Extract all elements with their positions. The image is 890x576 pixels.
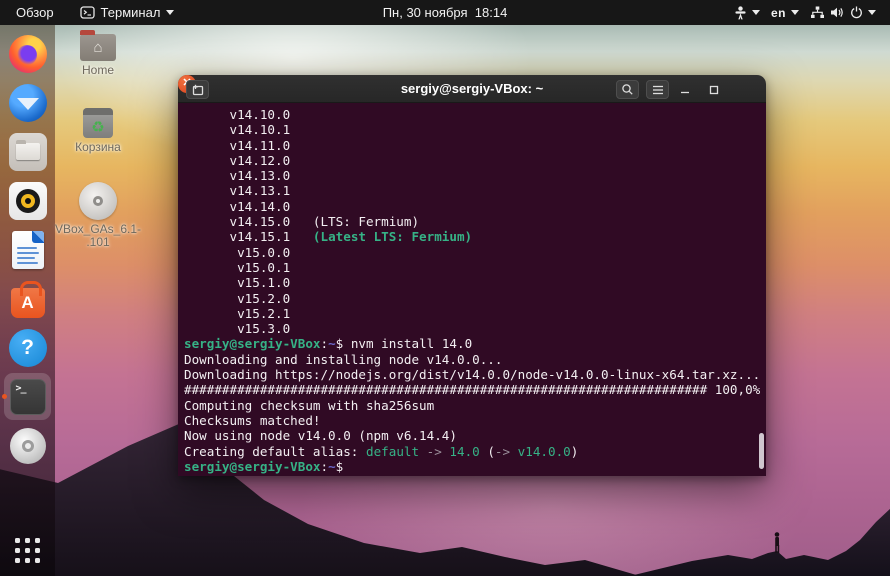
hamburger-icon bbox=[652, 85, 663, 94]
desktop-icon-label: Корзина bbox=[75, 140, 121, 154]
desktop-icon-home[interactable]: ⌂ Home bbox=[43, 28, 153, 77]
maximize-button[interactable] bbox=[702, 80, 725, 99]
trash-icon: ♻ bbox=[83, 108, 113, 138]
desktop-icon-trash[interactable]: ♻ Корзина bbox=[43, 108, 153, 154]
top-bar: Обзор Терминал Пн, 30 ноября 18:14 en bbox=[0, 0, 890, 25]
dock-item-disc[interactable] bbox=[0, 421, 55, 470]
chevron-down-icon bbox=[166, 10, 175, 15]
dock: A ? >_ bbox=[0, 25, 55, 576]
desktop-icon-label: Home bbox=[81, 63, 114, 77]
keyboard-layout-label: en bbox=[770, 5, 786, 20]
terminal-app-icon bbox=[79, 6, 95, 19]
chevron-down-icon bbox=[751, 10, 760, 15]
dock-item-firefox[interactable] bbox=[0, 29, 55, 78]
running-indicator-dot bbox=[2, 394, 7, 399]
dock-item-ubuntu-software[interactable]: A bbox=[0, 274, 55, 323]
keyboard-layout-menu[interactable]: en bbox=[771, 6, 799, 20]
network-icon bbox=[811, 6, 824, 18]
accessibility-menu[interactable] bbox=[734, 5, 760, 20]
terminal-window: sergiy@sergiy-VBox: ~ ✕ bbox=[178, 75, 766, 476]
rhythmbox-icon bbox=[8, 181, 47, 220]
app-menu-terminal[interactable]: Терминал bbox=[70, 0, 185, 25]
firefox-icon bbox=[8, 34, 47, 73]
app-menu-label: Терминал bbox=[100, 5, 161, 20]
dock-item-files[interactable] bbox=[0, 127, 55, 176]
dock-item-terminal[interactable]: >_ bbox=[0, 372, 55, 421]
power-icon bbox=[851, 6, 862, 19]
dock-item-help[interactable]: ? bbox=[0, 323, 55, 372]
system-status-menu[interactable] bbox=[810, 6, 876, 19]
desktop: Обзор Терминал Пн, 30 ноября 18:14 en A … bbox=[0, 0, 890, 576]
dock-item-libreoffice-writer[interactable] bbox=[0, 225, 55, 274]
thunderbird-icon bbox=[8, 83, 47, 122]
activities-button[interactable]: Обзор bbox=[0, 0, 70, 25]
show-applications-button[interactable] bbox=[0, 524, 55, 576]
home-folder-icon: ⌂ bbox=[80, 30, 116, 61]
chevron-down-icon bbox=[868, 10, 876, 15]
dock-item-rhythmbox[interactable] bbox=[0, 176, 55, 225]
new-tab-button[interactable] bbox=[186, 80, 209, 99]
search-button[interactable] bbox=[616, 80, 639, 99]
cd-disc-icon bbox=[79, 182, 117, 220]
maximize-icon bbox=[709, 85, 718, 94]
dock-spacer bbox=[0, 470, 55, 524]
dock-item-thunderbird[interactable] bbox=[0, 78, 55, 127]
files-icon bbox=[8, 132, 47, 171]
ubuntu-software-icon: A bbox=[10, 280, 45, 318]
terminal-scrollbar[interactable] bbox=[759, 433, 764, 469]
activities-label: Обзор bbox=[16, 5, 54, 20]
desktop-icon-label-line2: .101 bbox=[86, 235, 110, 249]
search-icon bbox=[622, 84, 633, 95]
hiker-silhouette bbox=[774, 532, 780, 553]
terminal-titlebar[interactable]: sergiy@sergiy-VBox: ~ ✕ bbox=[178, 75, 766, 103]
chevron-down-icon bbox=[791, 10, 799, 15]
disc-icon bbox=[9, 427, 46, 464]
terminal-icon: >_ bbox=[9, 378, 46, 415]
libreoffice-writer-icon bbox=[11, 230, 44, 269]
menu-button[interactable] bbox=[646, 80, 669, 99]
help-icon: ? bbox=[8, 328, 47, 367]
mountain-right bbox=[630, 508, 890, 576]
app-grid-icon bbox=[15, 537, 40, 563]
terminal-output: v14.10.0 v14.10.1 v14.11.0 v14.12.0 v14.… bbox=[178, 103, 766, 476]
volume-icon bbox=[831, 7, 843, 18]
desktop-icon-vbox-cd[interactable]: VBox_GAs_6.1- .101 bbox=[43, 182, 153, 249]
minimize-icon bbox=[680, 91, 689, 93]
minimize-button[interactable] bbox=[673, 80, 696, 99]
accessibility-icon bbox=[735, 5, 746, 19]
